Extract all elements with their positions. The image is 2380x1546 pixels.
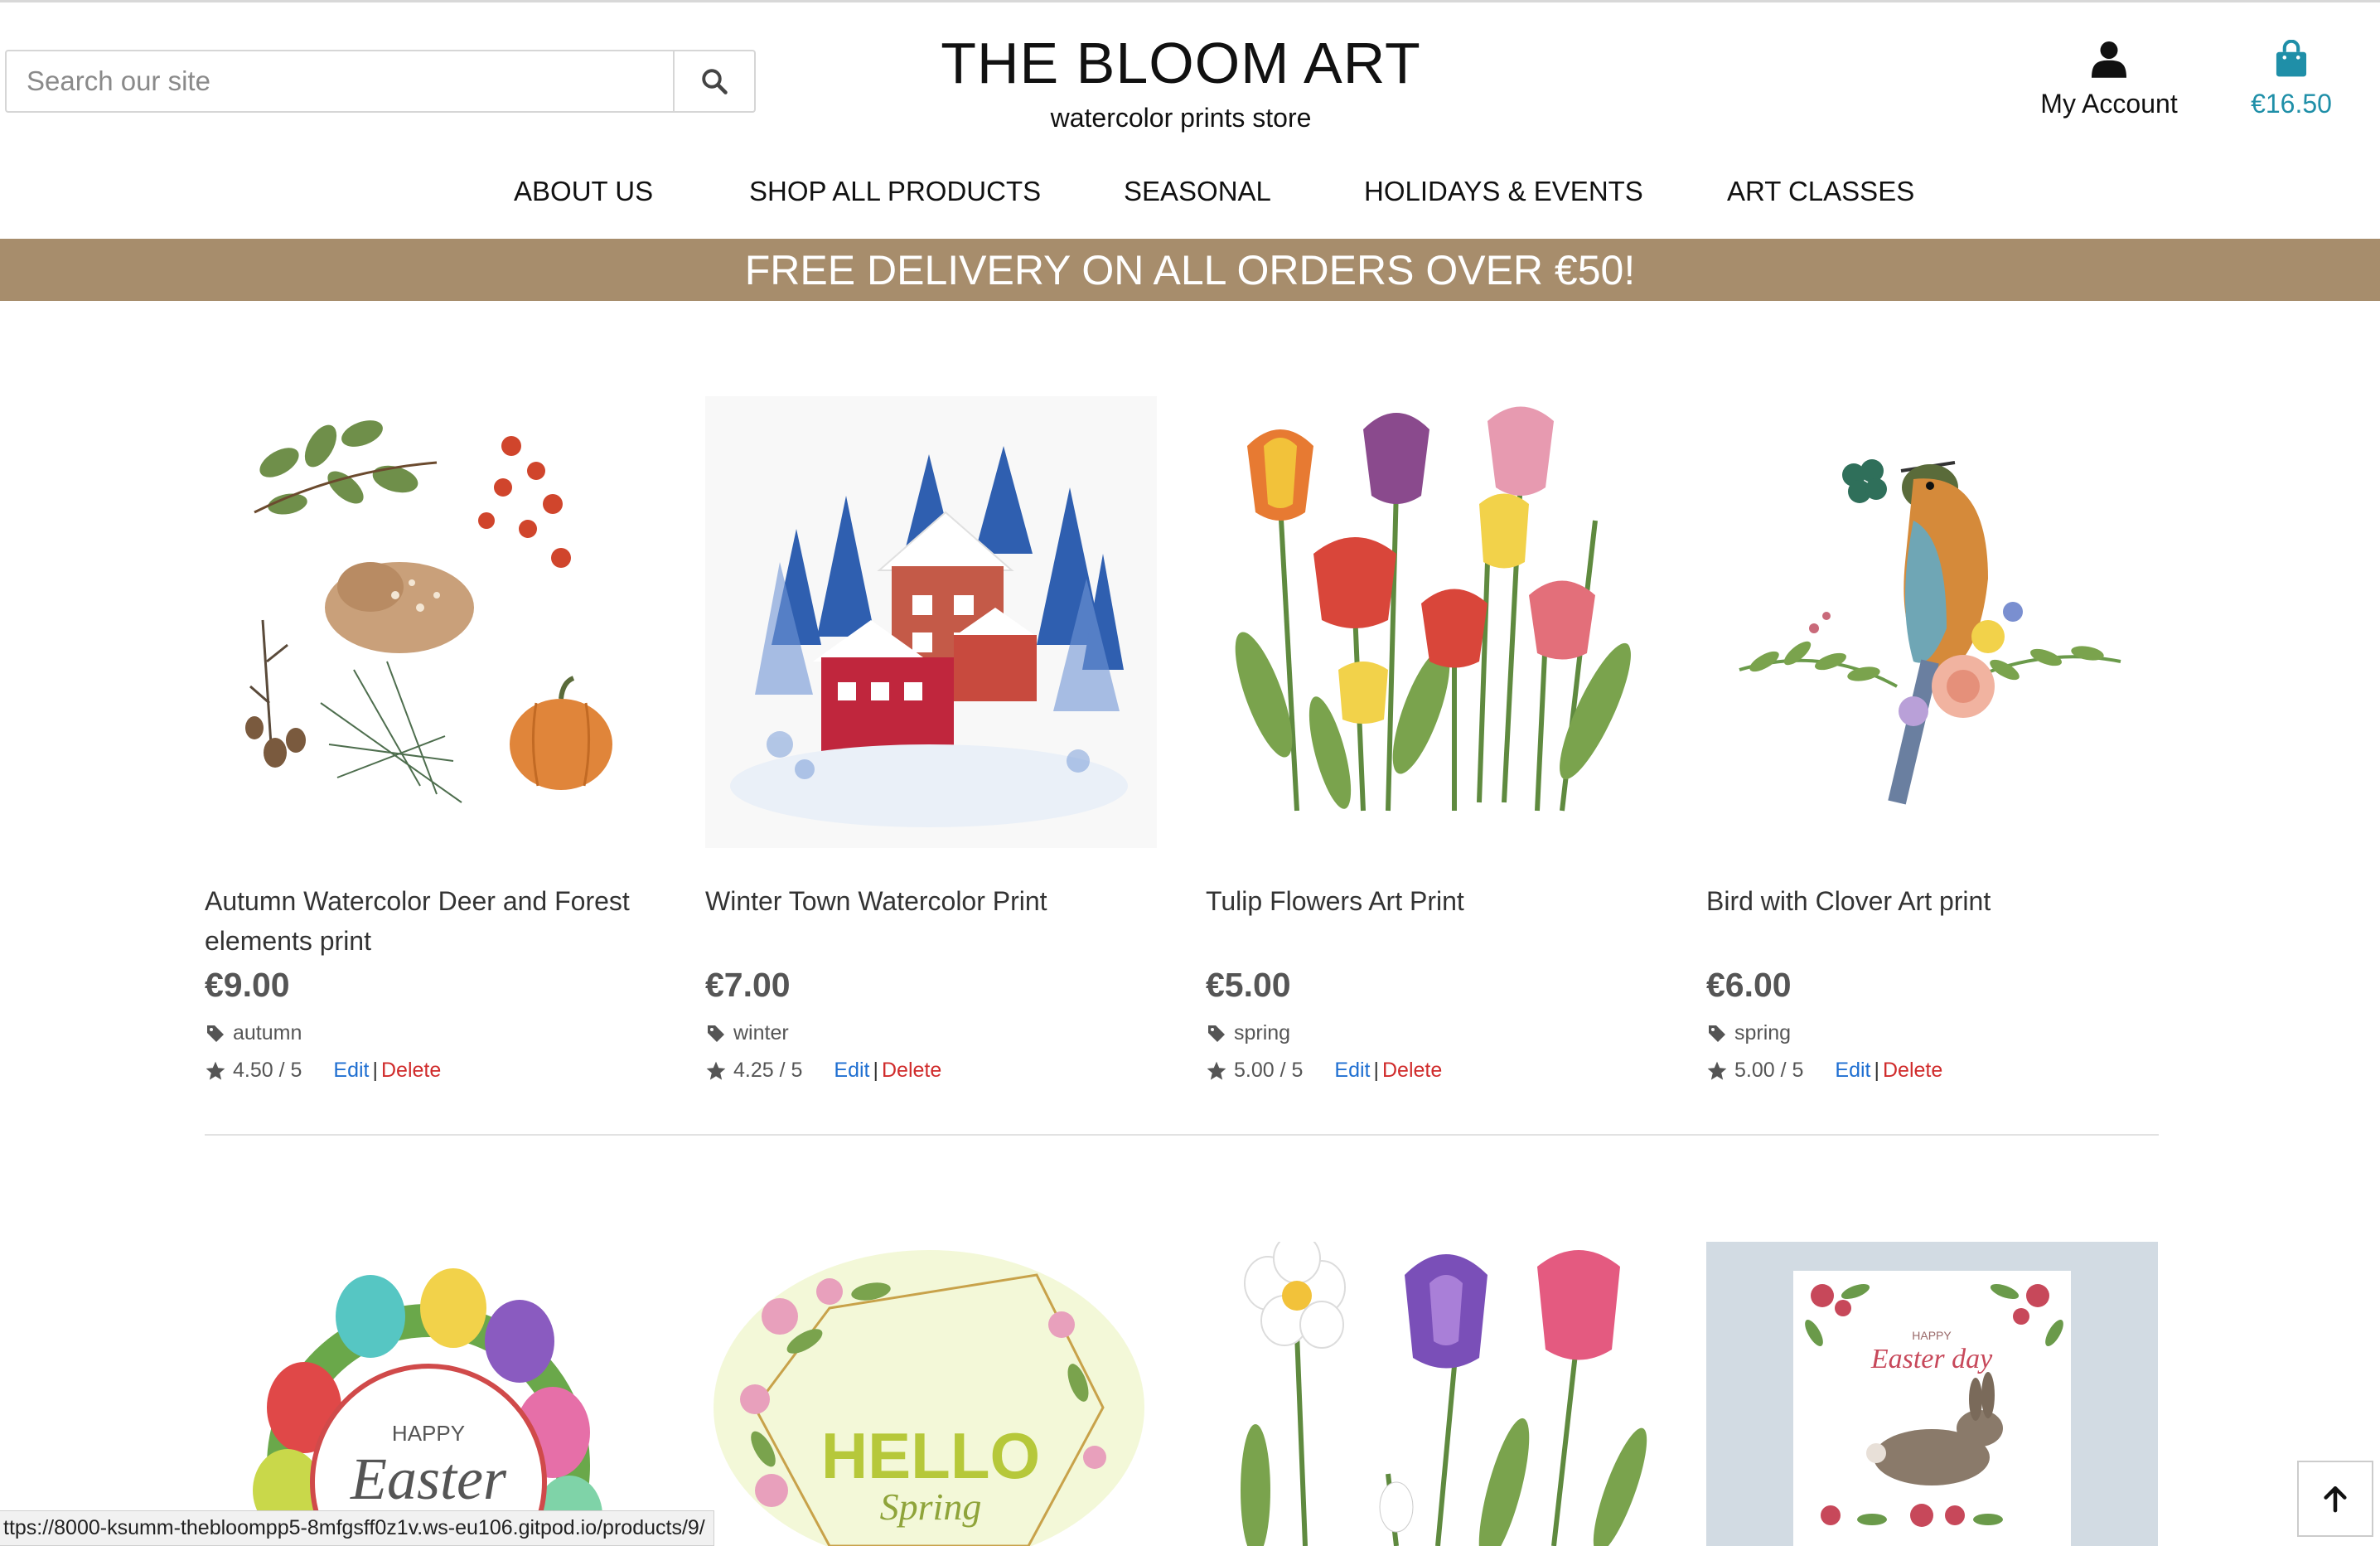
product-price: €6.00 (1706, 966, 1792, 1004)
delivery-banner: FREE DELIVERY ON ALL ORDERS OVER €50! (0, 239, 2380, 301)
edit-link[interactable]: Edit (1835, 1059, 1870, 1082)
cart-link[interactable]: €16.50 (2229, 39, 2353, 119)
admin-actions: Edit | Delete (1334, 1059, 1442, 1083)
separator: | (873, 1059, 879, 1082)
star-icon (706, 1061, 726, 1080)
brand-title: THE BLOOM ART (941, 31, 1421, 95)
product-category[interactable]: autumn (205, 1021, 656, 1045)
hello-text: HELLO (821, 1419, 1040, 1492)
search-form (5, 50, 756, 113)
product-card: Tulip Flowers Art Print €5.00 spring 5.0… (1206, 396, 1657, 1083)
category-label: spring (1234, 1021, 1291, 1044)
back-to-top-button[interactable] (2297, 1461, 2373, 1537)
product-name[interactable]: Winter Town Watercolor Print (705, 881, 1157, 961)
row-divider (205, 1134, 2159, 1136)
star-icon (1707, 1061, 1727, 1080)
rating-value: 4.25 / 5 (733, 1059, 803, 1082)
admin-actions: Edit | Delete (1835, 1059, 1942, 1083)
category-label: winter (733, 1021, 789, 1044)
nav-art-classes[interactable]: ART CLASSES (1727, 176, 1914, 207)
edit-link[interactable]: Edit (333, 1059, 369, 1082)
product-name[interactable]: Tulip Flowers Art Print (1206, 881, 1657, 961)
product-price: €9.00 (205, 966, 290, 1004)
account-label: My Account (2040, 89, 2178, 119)
edit-link[interactable]: Edit (1334, 1059, 1370, 1082)
top-border (0, 0, 2380, 4)
product-image-hello-spring[interactable]: HELLO Spring (705, 1242, 1157, 1546)
tag-icon (708, 1025, 724, 1042)
user-icon (2092, 41, 2126, 78)
nav-about-us[interactable]: ABOUT US (514, 176, 653, 207)
category-label: autumn (233, 1021, 302, 1044)
delete-link[interactable]: Delete (882, 1059, 941, 1082)
separator: | (1373, 1059, 1380, 1082)
product-price: €5.00 (1206, 966, 1291, 1004)
delete-link[interactable]: Delete (381, 1059, 441, 1082)
product-price: €7.00 (705, 966, 791, 1004)
admin-actions: Edit | Delete (834, 1059, 941, 1083)
brand-logo[interactable]: THE BLOOM ART watercolor prints store (829, 30, 1533, 133)
cart-total: €16.50 (2251, 89, 2332, 119)
product-card: HELLO Spring (705, 1242, 1157, 1546)
tag-icon (1709, 1025, 1725, 1042)
search-input[interactable] (7, 51, 673, 111)
product-card: Bird with Clover Art print €6.00 spring … (1706, 396, 2158, 1083)
search-button[interactable] (673, 51, 754, 111)
rating-value: 5.00 / 5 (1734, 1059, 1804, 1082)
spring-text: Spring (880, 1485, 982, 1528)
shopping-bag-icon (2276, 39, 2307, 77)
separator: | (372, 1059, 379, 1082)
rating-value: 5.00 / 5 (1234, 1059, 1304, 1082)
product-image-winter[interactable] (705, 396, 1157, 848)
edit-link[interactable]: Edit (834, 1059, 869, 1082)
nav-seasonal[interactable]: SEASONAL (1124, 176, 1271, 207)
separator: | (1874, 1059, 1880, 1082)
star-icon (206, 1061, 225, 1080)
product-card: Autumn Watercolor Deer and Forest elemen… (205, 396, 656, 1083)
product-rating: 4.25 / 5 Edit | Delete (705, 1059, 1157, 1083)
easter-word-text: Easter (350, 1446, 507, 1512)
product-category[interactable]: spring (1206, 1021, 1657, 1045)
arrow-up-icon (2324, 1485, 2347, 1513)
admin-actions: Edit | Delete (333, 1059, 441, 1083)
tag-icon (1208, 1025, 1225, 1042)
star-icon (1207, 1061, 1226, 1080)
product-image-spring-flowers[interactable] (1206, 1242, 1657, 1546)
product-image-easter-wreath[interactable]: HAPPY Easter (205, 1242, 656, 1546)
product-image-bird[interactable] (1706, 396, 2158, 848)
product-card: HAPPY Easter (205, 1242, 656, 1546)
easter-happy-text: HAPPY (392, 1421, 465, 1446)
tag-icon (207, 1025, 224, 1042)
main-nav: ABOUT US SHOP ALL PRODUCTS SEASONAL HOLI… (0, 176, 2380, 225)
product-category[interactable]: winter (705, 1021, 1157, 1045)
delete-link[interactable]: Delete (1382, 1059, 1442, 1082)
browser-status-url: ttps://8000-ksumm-thebloompp5-8mfgsff0z1… (0, 1510, 714, 1546)
product-name[interactable]: Bird with Clover Art print (1706, 881, 2158, 961)
delete-link[interactable]: Delete (1883, 1059, 1942, 1082)
product-card: HAPPY Easter day (1706, 1242, 2158, 1546)
product-card: Winter Town Watercolor Print €7.00 winte… (705, 396, 1157, 1083)
product-card (1206, 1242, 1657, 1546)
product-name[interactable]: Autumn Watercolor Deer and Forest elemen… (205, 881, 656, 961)
product-image-autumn[interactable] (205, 396, 656, 848)
card-happy-text: HAPPY (1912, 1329, 1952, 1342)
product-image-easter-card[interactable]: HAPPY Easter day (1706, 1242, 2158, 1546)
product-image-tulips[interactable] (1206, 396, 1657, 848)
card-easter-day-text: Easter day (1870, 1344, 1993, 1374)
rating-value: 4.50 / 5 (233, 1059, 302, 1082)
category-label: spring (1734, 1021, 1792, 1044)
nav-holidays-events[interactable]: HOLIDAYS & EVENTS (1364, 176, 1643, 207)
brand-subtitle: watercolor prints store (1050, 103, 1312, 133)
product-rating: 5.00 / 5 Edit | Delete (1706, 1059, 2158, 1083)
banner-text: FREE DELIVERY ON ALL ORDERS OVER €50! (744, 246, 1636, 293)
search-icon (702, 69, 728, 95)
nav-shop-all-products[interactable]: SHOP ALL PRODUCTS (749, 176, 1041, 207)
product-rating: 4.50 / 5 Edit | Delete (205, 1059, 656, 1083)
product-rating: 5.00 / 5 Edit | Delete (1206, 1059, 1657, 1083)
product-category[interactable]: spring (1706, 1021, 2158, 1045)
my-account-link[interactable]: My Account (2022, 40, 2196, 119)
